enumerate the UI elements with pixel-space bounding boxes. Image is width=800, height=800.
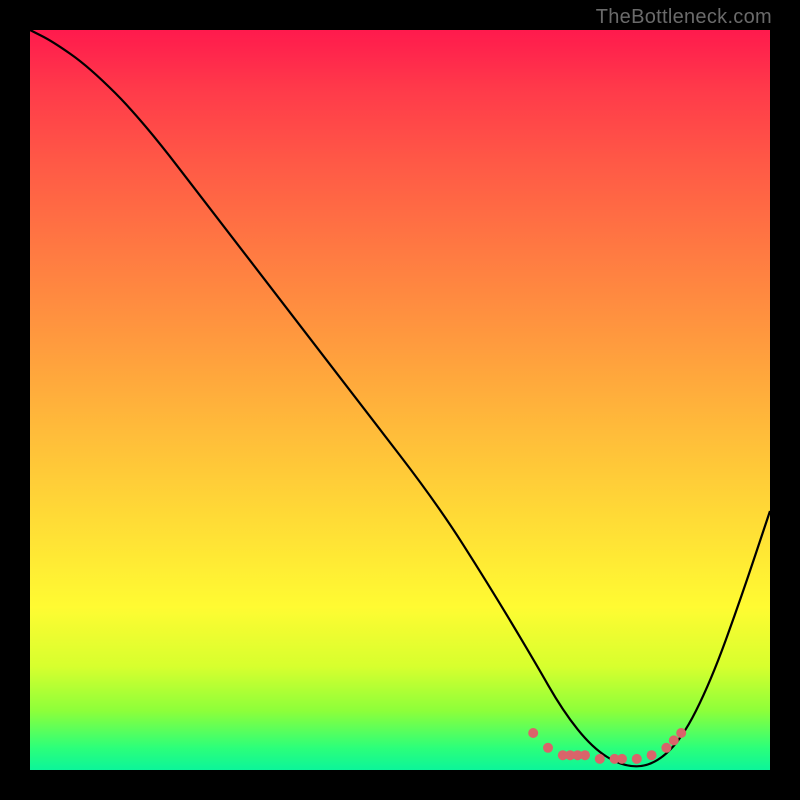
optimal-marker [661, 743, 671, 753]
optimal-marker [528, 728, 538, 738]
optimal-marker [669, 735, 679, 745]
optimal-marker [676, 728, 686, 738]
optimal-zone-markers [528, 728, 686, 764]
optimal-marker [595, 754, 605, 764]
watermark-text: TheBottleneck.com [596, 6, 772, 29]
bottleneck-curve-path [30, 30, 770, 766]
chart-stage: TheBottleneck.com [0, 0, 800, 800]
optimal-marker [647, 750, 657, 760]
plot-area [30, 30, 770, 770]
curve-layer [30, 30, 770, 770]
optimal-marker [617, 754, 627, 764]
optimal-marker [632, 754, 642, 764]
optimal-marker [580, 750, 590, 760]
optimal-marker [543, 743, 553, 753]
